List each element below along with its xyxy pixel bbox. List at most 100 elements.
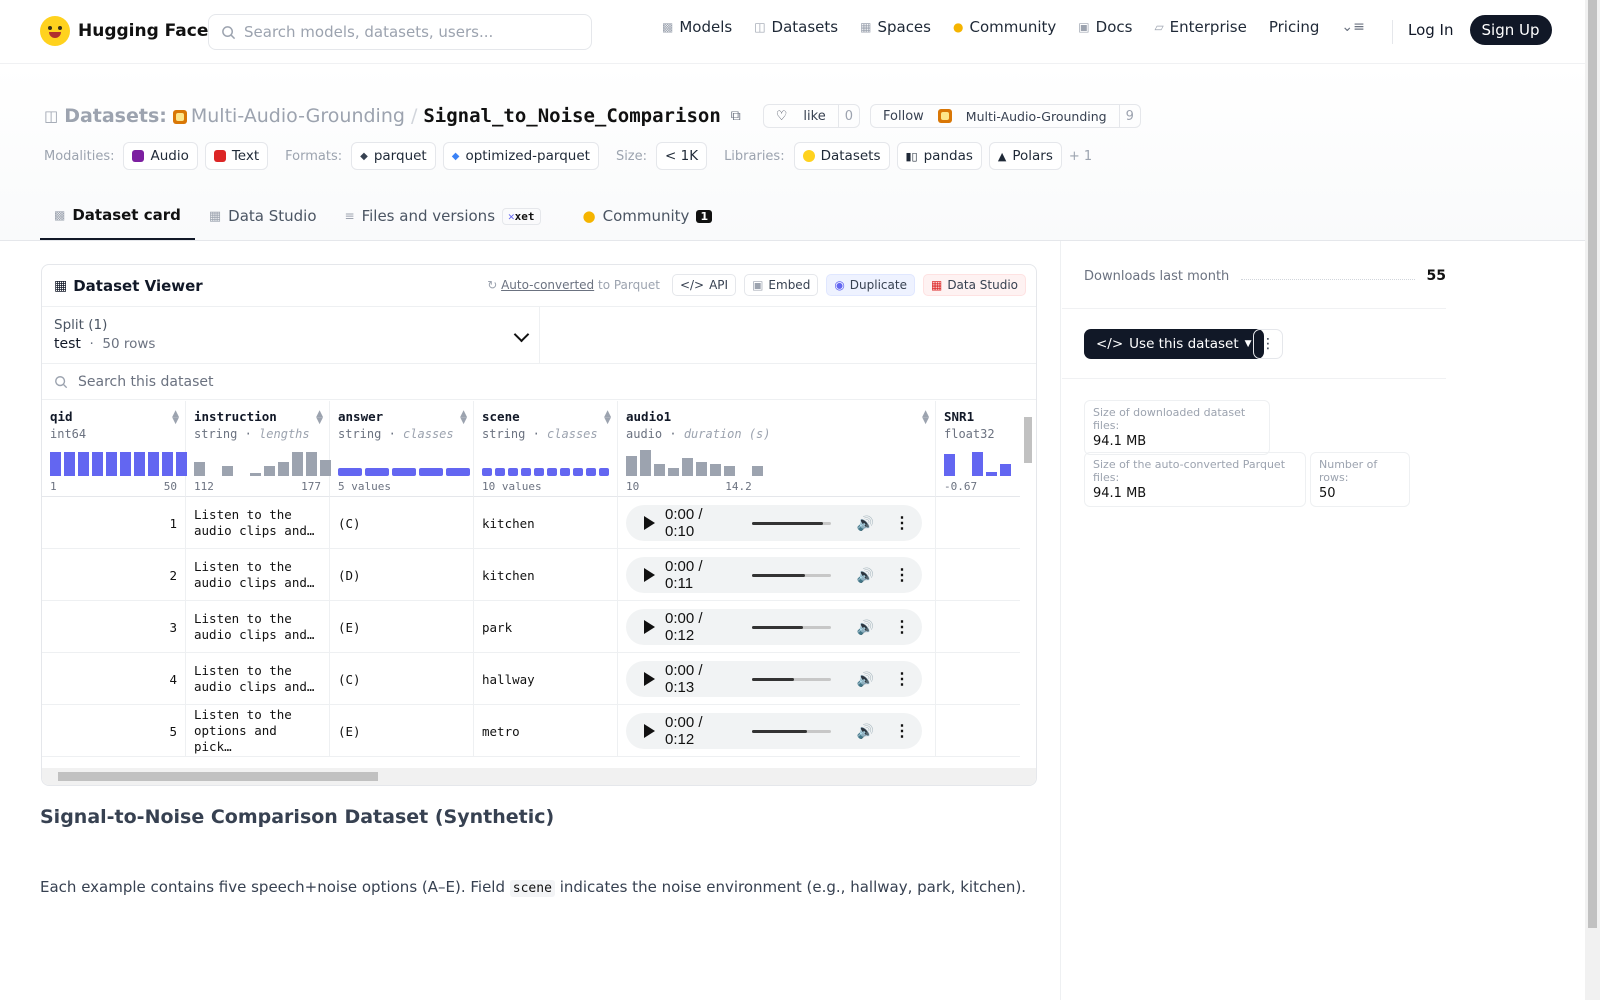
kebab-icon[interactable]: ⋮ — [894, 617, 910, 637]
nav-datasets[interactable]: ◫ Datasets — [754, 18, 838, 36]
nav-docs[interactable]: ▣ Docs — [1078, 18, 1132, 36]
copy-icon[interactable]: ⧉ — [731, 108, 741, 124]
tag-audio[interactable]: Audio — [123, 142, 198, 170]
org-link[interactable]: Multi-Audio-Grounding — [172, 105, 405, 127]
downloads-dotted-line — [1241, 272, 1415, 280]
global-search[interactable] — [208, 14, 592, 50]
sidebar-more-button[interactable]: ⋮ — [1253, 329, 1283, 359]
sort-icon[interactable]: ▲ ▼ — [172, 410, 179, 426]
like-button[interactable]: ♡ like 0 — [762, 104, 860, 128]
tab-data-studio[interactable]: ▦ Data Studio — [195, 192, 331, 240]
play-icon[interactable] — [644, 568, 655, 582]
audio-player[interactable]: 0:00 / 0:11 🔊 ⋮ — [626, 557, 922, 593]
tag-pandas[interactable]: ▮▯ pandas — [896, 142, 982, 170]
sort-icon[interactable]: ▲ ▼ — [922, 410, 929, 426]
audio-progress-track[interactable] — [752, 677, 831, 681]
tag-datasets[interactable]: Datasets — [793, 142, 890, 170]
tab-community[interactable]: ● Community 1 — [569, 192, 727, 240]
audio-player[interactable]: 0:00 / 0:12 🔊 ⋮ — [626, 713, 922, 749]
col-header-qid[interactable]: qid int64 ▲ ▼ 1 50 — [42, 401, 187, 497]
viewer-horizontal-scrollbar[interactable] — [42, 768, 1036, 785]
audio-player[interactable]: 0:00 / 0:13 🔊 ⋮ — [626, 661, 922, 697]
col-header-scene[interactable]: scene string · classes ▲ ▼ 10 values — [474, 401, 618, 497]
sort-icon[interactable]: ▲ ▼ — [604, 410, 611, 426]
audio-time: 0:00 / 0:12 — [665, 610, 703, 644]
login-link[interactable]: Log In — [1408, 21, 1454, 39]
split-selector-row: Split (1) test · 50 rows — [42, 307, 1036, 364]
data-studio-label: Data Studio — [947, 278, 1018, 292]
audio-progress-track[interactable] — [752, 625, 831, 629]
page-scrollbar[interactable] — [1585, 0, 1600, 1000]
duplicate-button[interactable]: ◉ Duplicate — [826, 274, 915, 296]
tab-dataset-card[interactable]: ▩ Dataset card — [40, 192, 195, 240]
audio-player[interactable]: 0:00 / 0:12 🔊 ⋮ — [626, 609, 922, 645]
auto-converted-link[interactable]: Auto-converted — [501, 278, 594, 292]
audio-progress-track[interactable] — [752, 521, 831, 525]
viewer-vertical-scrollbar[interactable] — [1024, 409, 1032, 764]
split-selector[interactable]: Split (1) test · 50 rows — [42, 307, 540, 363]
tag-polars[interactable]: ▲ Polars — [988, 142, 1062, 170]
play-icon[interactable] — [644, 516, 655, 530]
nav-pricing[interactable]: Pricing — [1269, 18, 1320, 36]
col-scene-name: scene — [482, 409, 520, 424]
audio-progress-track[interactable] — [751, 573, 831, 577]
dataset-name[interactable]: Signal_to_Noise_Comparison — [423, 105, 720, 127]
cell-instruction: Listen to the audio clips and… — [186, 653, 330, 705]
sort-icon[interactable]: ▲ ▼ — [316, 410, 323, 426]
data-studio-button[interactable]: ▦ Data Studio — [922, 274, 1026, 296]
volume-icon[interactable]: 🔊 — [857, 567, 874, 584]
scroll-thumb[interactable] — [1588, 0, 1597, 928]
volume-icon[interactable]: 🔊 — [857, 671, 874, 688]
use-dataset-button[interactable]: </> Use this dataset ▼ — [1084, 329, 1264, 359]
audio-player[interactable]: 0:00 / 0:10 🔊 ⋮ — [626, 505, 922, 541]
global-search-input[interactable] — [244, 23, 574, 41]
breadcrumb-datasets[interactable]: Datasets: — [64, 105, 167, 127]
nav-community[interactable]: ● Community — [953, 18, 1056, 36]
audio-progress-track[interactable] — [752, 729, 831, 733]
table-row[interactable]: 1 Listen to the audio clips and… (C) kitche… — [42, 497, 1020, 549]
table-row[interactable]: 5 Listen to the options and pick… (E) metro… — [42, 705, 1020, 757]
table-row[interactable]: 4 Listen to the audio clips and… (C) hallwa… — [42, 653, 1020, 705]
nav-enterprise[interactable]: ▱ Enterprise — [1154, 18, 1246, 36]
follow-button[interactable]: Follow Multi-Audio-Grounding 9 — [870, 104, 1141, 128]
volume-icon[interactable]: 🔊 — [857, 515, 874, 532]
col-header-audio1[interactable]: audio1 audio · duration (s) ▲ ▼ 10 14.2 — [618, 401, 936, 497]
play-icon[interactable] — [644, 672, 655, 686]
tag-optimized-parquet-label: optimized-parquet — [465, 148, 590, 164]
tag-text[interactable]: Text — [204, 142, 269, 170]
table-row[interactable]: 2 Listen to the audio clips and… (D) kitche… — [42, 549, 1020, 601]
kebab-icon[interactable]: ⋮ — [894, 669, 910, 689]
tag-optimized-parquet[interactable]: ◆ optimized-parquet — [442, 142, 599, 170]
dataset-search[interactable] — [42, 364, 1036, 400]
embed-button[interactable]: ▣ Embed — [744, 274, 819, 296]
nav-spaces[interactable]: ▦ Spaces — [860, 18, 931, 36]
signup-button[interactable]: Sign Up — [1469, 15, 1552, 45]
more-libraries[interactable]: + 1 — [1069, 149, 1092, 164]
nav-more-menu[interactable]: ⌄≡ — [1341, 19, 1364, 35]
col-header-instruction[interactable]: instruction string · lengths ▲ ▼ 112 177 — [186, 401, 331, 497]
xet-badge: ✕xet — [502, 207, 541, 225]
sort-icon[interactable]: ▲ ▼ — [460, 410, 467, 426]
range-min: 112 — [194, 480, 214, 493]
api-button[interactable]: </> API — [671, 274, 737, 296]
nav-models[interactable]: ▩ Models — [662, 18, 732, 36]
kebab-icon[interactable]: ⋮ — [894, 513, 910, 533]
play-icon[interactable] — [644, 620, 655, 634]
tab-files[interactable]: ≡ Files and versions ✕xet — [331, 192, 555, 240]
play-icon[interactable] — [644, 724, 655, 738]
dataset-search-input[interactable] — [78, 373, 578, 390]
col-header-answer[interactable]: answer string · classes ▲ ▼ 5 values — [330, 401, 474, 497]
scroll-thumb[interactable] — [1024, 417, 1032, 463]
volume-icon[interactable]: 🔊 — [857, 619, 874, 636]
scroll-thumb[interactable] — [58, 772, 378, 781]
volume-icon[interactable]: 🔊 — [857, 723, 874, 740]
kebab-icon[interactable]: ⋮ — [894, 721, 910, 741]
tag-parquet[interactable]: ◆ parquet — [351, 142, 436, 170]
kebab-icon[interactable]: ⋮ — [894, 565, 910, 585]
tag-size[interactable]: < 1K — [656, 142, 708, 170]
follow-count: 9 — [1118, 105, 1140, 127]
brand-link[interactable]: Hugging Face — [40, 16, 208, 46]
col-header-snr1[interactable]: SNR1 float32 -0.67 — [936, 401, 1020, 497]
repo-tabs: ▩ Dataset card ▦ Data Studio ≡ Files and ve… — [40, 192, 726, 240]
table-row[interactable]: 3 Listen to the audio clips and… (E) park 0:… — [42, 601, 1020, 653]
